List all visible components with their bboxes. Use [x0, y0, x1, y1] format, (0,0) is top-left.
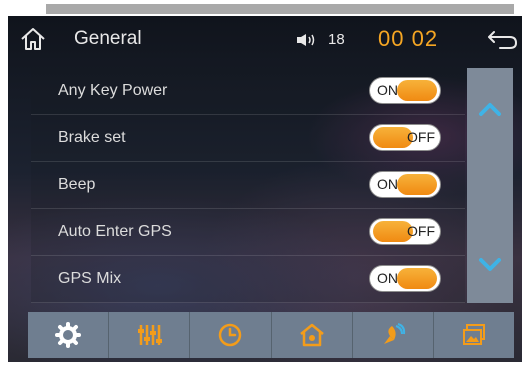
brake-set-toggle[interactable]: OFF	[369, 124, 441, 151]
toggle-state: OFF	[407, 223, 435, 239]
setting-label: Any Key Power	[58, 82, 168, 99]
tab-system[interactable]	[272, 312, 353, 358]
tab-wallpaper[interactable]	[434, 312, 514, 358]
back-arrow-icon[interactable]	[486, 28, 518, 50]
tab-time[interactable]	[190, 312, 272, 358]
toggle-knob	[397, 174, 437, 195]
setting-row-beep: Beep ON	[31, 162, 465, 209]
satellite-icon	[383, 323, 405, 344]
tab-audio[interactable]	[109, 312, 191, 358]
setting-label: Brake set	[58, 129, 126, 146]
toggle-state: ON	[377, 270, 398, 286]
bottom-tab-bar	[28, 312, 514, 358]
speaker-icon	[297, 34, 315, 46]
header-bar: General 18 00 02	[8, 16, 522, 62]
scroll-down-icon[interactable]	[478, 258, 502, 272]
auto-enter-gps-toggle[interactable]: OFF	[369, 218, 441, 245]
setting-label: Auto Enter GPS	[58, 223, 172, 240]
clock-display: 00 02	[378, 26, 439, 51]
setting-label: Beep	[58, 176, 96, 193]
settings-list: Any Key Power ON Brake set OFF Beep ON A…	[31, 68, 465, 303]
picture-icon	[462, 324, 485, 345]
gps-mix-toggle[interactable]: ON	[369, 265, 441, 292]
any-key-power-toggle[interactable]: ON	[369, 77, 441, 104]
beep-toggle[interactable]: ON	[369, 171, 441, 198]
tab-navigation[interactable]	[353, 312, 434, 358]
clock-icon	[219, 323, 242, 347]
house-settings-icon	[299, 323, 324, 347]
scroll-up-icon[interactable]	[478, 102, 502, 116]
equalizer-icon	[138, 325, 163, 345]
setting-label: GPS Mix	[58, 270, 122, 287]
toggle-state: ON	[377, 82, 398, 98]
home-icon[interactable]	[20, 26, 46, 52]
settings-screen: General 18 00 02 Any Key Power ON Brake …	[8, 16, 522, 362]
top-strip	[46, 4, 514, 14]
toggle-state: ON	[377, 176, 398, 192]
scroll-bar[interactable]	[467, 68, 513, 303]
toggle-knob	[397, 268, 437, 289]
setting-row-any-key-power: Any Key Power ON	[31, 68, 465, 115]
setting-row-brake-set: Brake set OFF	[31, 115, 465, 162]
tab-general[interactable]	[28, 312, 110, 358]
toggle-state: OFF	[407, 129, 435, 145]
page-title: General	[74, 28, 142, 49]
setting-row-auto-enter-gps: Auto Enter GPS OFF	[31, 209, 465, 256]
volume-level: 18	[328, 31, 345, 48]
gear-icon	[55, 322, 82, 348]
toggle-knob	[397, 80, 437, 101]
setting-row-gps-mix: GPS Mix ON	[31, 256, 465, 303]
